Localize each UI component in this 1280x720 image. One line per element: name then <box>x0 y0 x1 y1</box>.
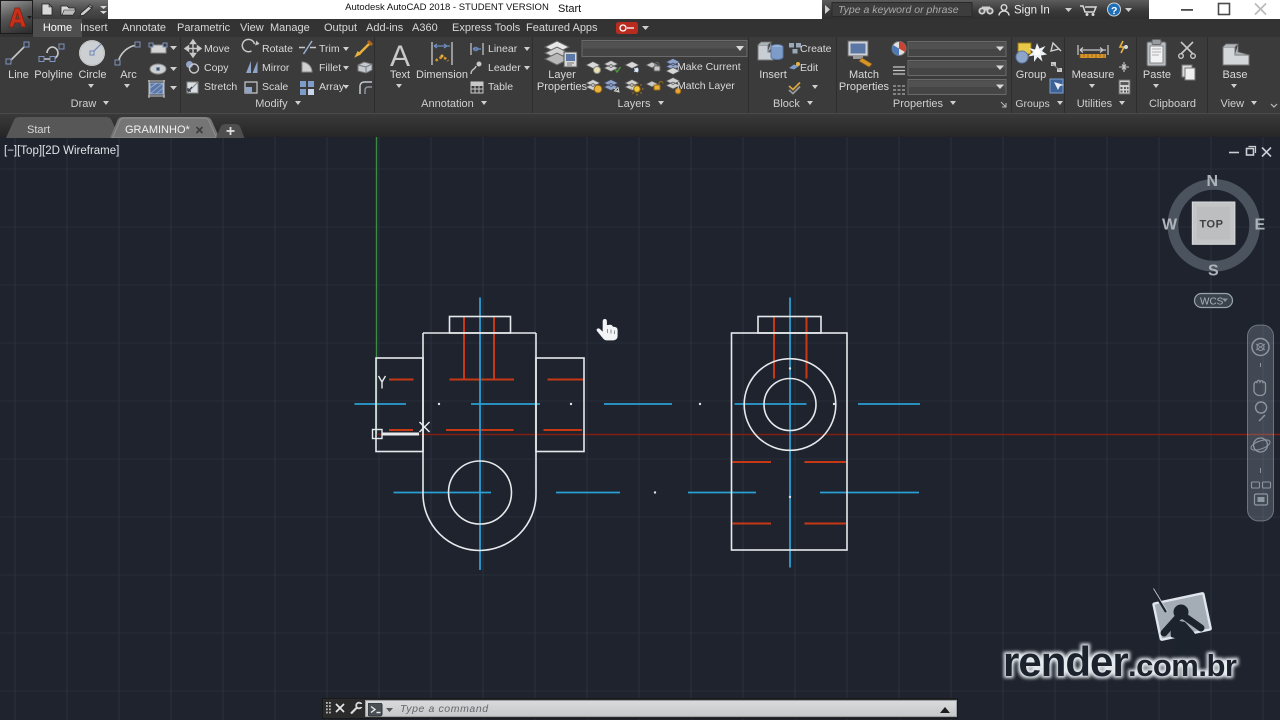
svg-text:Start: Start <box>27 124 50 136</box>
svg-text:render: render <box>1003 638 1128 685</box>
svg-text:E: E <box>1255 217 1266 234</box>
svg-text:GRAMINHO*: GRAMINHO* <box>125 124 191 136</box>
svg-text:S: S <box>1208 263 1219 280</box>
svg-text:N: N <box>1207 173 1219 190</box>
svg-text:TOP: TOP <box>1200 219 1224 231</box>
svg-text:Type a keyword or phrase: Type a keyword or phrase <box>838 4 959 16</box>
svg-text:W: W <box>1162 217 1178 234</box>
svg-text:WCS: WCS <box>1200 297 1224 308</box>
svg-text:.com.br: .com.br <box>1128 648 1237 683</box>
svg-text:Sign In: Sign In <box>1014 5 1050 17</box>
svg-text:[−][Top][2D Wireframe]: [−][Top][2D Wireframe] <box>4 145 119 157</box>
svg-text:?: ? <box>1111 5 1117 17</box>
